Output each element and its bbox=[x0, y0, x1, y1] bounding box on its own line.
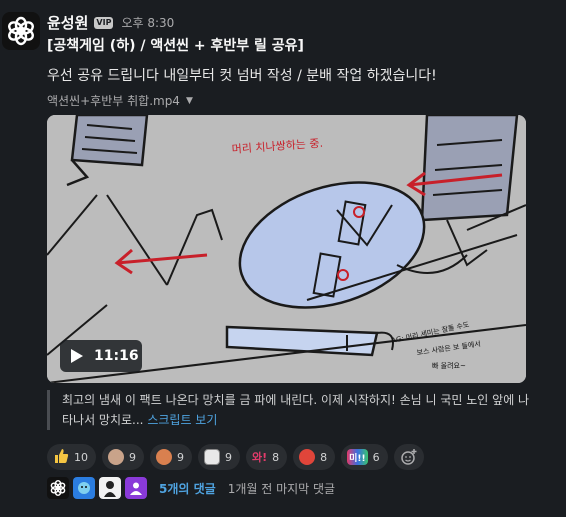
message-timestamp[interactable]: 오후 8:30 bbox=[121, 14, 174, 31]
reaction-mi[interactable]: 미!! 6 bbox=[341, 444, 388, 470]
reply-count-link[interactable]: 5개의 댓글 bbox=[159, 480, 216, 497]
reaction-count: 8 bbox=[272, 450, 280, 464]
view-transcript-link[interactable]: 스크립트 보기 bbox=[147, 413, 217, 427]
message-body: 우선 공유 드립니다 내일부터 컷 넘버 작성 / 분배 작업 하겠습니다! bbox=[47, 68, 437, 84]
message-title: [공책게임 (하) / 액션씬 + 후반부 릴 공유] bbox=[47, 38, 304, 54]
reaction-wa[interactable]: 와! 8 bbox=[246, 444, 288, 470]
reaction-thumbs-up[interactable]: 10 bbox=[47, 444, 96, 470]
face-emoji-icon bbox=[156, 449, 172, 465]
last-reply-time: 1개월 전 마지막 댓글 bbox=[227, 481, 336, 496]
user-placeholder-icon bbox=[130, 482, 142, 495]
author-name[interactable]: 윤성원 bbox=[47, 12, 88, 33]
play-icon bbox=[71, 349, 83, 363]
transcript-text: 최고의 냄새 이 팩트 나온다 망치를 금 파에 내린다. 이제 시작하지! 손… bbox=[62, 393, 530, 427]
reply-avatar bbox=[47, 477, 69, 499]
reaction-face-2[interactable]: 9 bbox=[150, 444, 192, 470]
reply-avatar bbox=[73, 477, 95, 499]
play-button[interactable]: 11:16 bbox=[60, 340, 142, 372]
reaction-face-3[interactable]: 9 bbox=[198, 444, 240, 470]
reaction-face-1[interactable]: 9 bbox=[102, 444, 144, 470]
openai-logo-icon bbox=[50, 479, 66, 497]
mi-text-emoji: 미!! bbox=[347, 449, 368, 465]
thumbs-up-icon bbox=[53, 448, 69, 467]
face-emoji-icon bbox=[108, 449, 124, 465]
person-avatar-icon bbox=[104, 481, 116, 497]
character-avatar-icon bbox=[78, 482, 90, 494]
video-player[interactable]: 머리 치나쌍하는 중. AG: 머리 세미는 잘돌 수도 보스 사람은 보 들에… bbox=[47, 115, 526, 383]
thread-summary[interactable]: 5개의 댓글 1개월 전 마지막 댓글 bbox=[47, 477, 335, 499]
message-header: 윤성원 VIP 오후 8:30 bbox=[47, 12, 174, 33]
transcript-preview: 최고의 냄새 이 팩트 나온다 망치를 금 파에 내린다. 이제 시작하지! 손… bbox=[47, 390, 537, 430]
reaction-count: 6 bbox=[372, 450, 380, 464]
attachment-filename: 액션씬+후반부 취합.mp4 bbox=[47, 94, 180, 108]
wa-text-emoji: 와! bbox=[252, 451, 268, 464]
add-reaction-button[interactable] bbox=[393, 444, 424, 470]
author-avatar[interactable] bbox=[2, 12, 40, 50]
openai-logo-icon bbox=[8, 16, 34, 46]
face-emoji-icon bbox=[204, 449, 220, 465]
video-duration: 11:16 bbox=[94, 348, 139, 364]
reply-avatar bbox=[99, 477, 121, 499]
attachment-filename-row[interactable]: 액션씬+후반부 취합.mp4 ▼ bbox=[47, 92, 193, 109]
reaction-count: 9 bbox=[225, 450, 232, 464]
reaction-count: 8 bbox=[320, 450, 328, 464]
add-emoji-icon bbox=[400, 449, 417, 465]
reaction-count: 10 bbox=[74, 450, 88, 464]
face-emoji-icon bbox=[299, 449, 316, 465]
reaction-face-4[interactable]: 8 bbox=[293, 444, 336, 470]
reply-avatar bbox=[125, 477, 147, 499]
reaction-count: 9 bbox=[177, 450, 184, 464]
vip-badge: VIP bbox=[94, 16, 114, 29]
reactions-bar: 10 9 9 9 와! 8 8 미!! 6 bbox=[47, 444, 424, 470]
chevron-down-icon[interactable]: ▼ bbox=[186, 96, 193, 106]
drawing-note-line-3: 빠 올려요~ bbox=[432, 361, 466, 370]
reaction-count: 9 bbox=[129, 450, 136, 464]
